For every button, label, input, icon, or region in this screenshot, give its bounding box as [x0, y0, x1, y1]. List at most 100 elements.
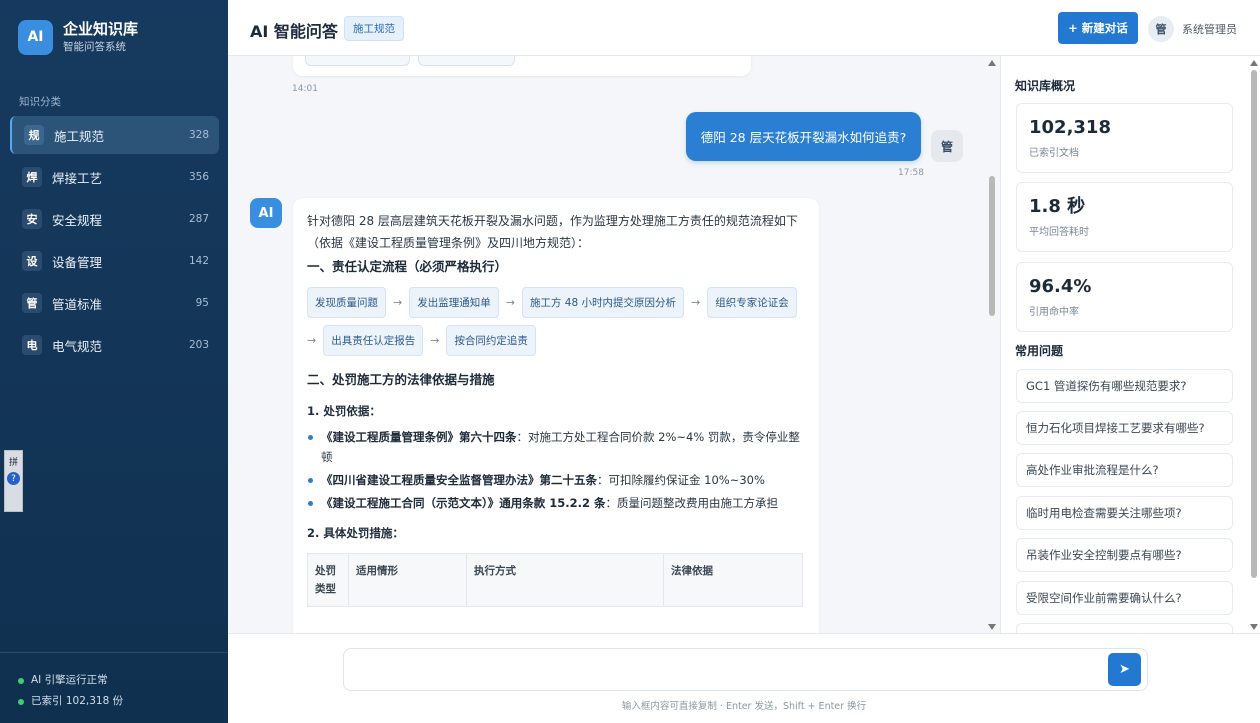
- category-label: 电气规范: [52, 338, 103, 354]
- stat-card: 96.4% 引用命中率: [1016, 262, 1233, 332]
- category-badge: 设: [22, 251, 42, 271]
- user-message-timestamp: 17:58: [898, 168, 924, 178]
- responsibility-flow: 发现质量问题 → 发出监理通知单 → 施工方 48 小时内提交原因分析 → 组织…: [307, 287, 797, 363]
- flow-step: 施工方 48 小时内提交原因分析: [521, 287, 684, 318]
- overview-title: 知识库概况: [1015, 79, 1076, 93]
- user-message: 德阳 28 层天花板开裂漏水如何追责?: [686, 112, 921, 161]
- scroll-up-icon[interactable]: [1250, 60, 1258, 66]
- scroll-thumb[interactable]: [1251, 70, 1257, 578]
- flow-step: 组织专家论证会: [707, 287, 797, 318]
- send-icon: ➤: [1119, 662, 1130, 677]
- new-chat-button[interactable]: + 新建对话: [1058, 12, 1138, 44]
- list-item: 《建设工程施工合同（示范文本）》通用条款 15.2.2 条：质量问题整改费用由施…: [307, 493, 805, 513]
- ai-intro: 针对德阳 28 层高层建筑天花板开裂及漏水问题，作为监理方处理施工方责任的规范流…: [307, 214, 798, 250]
- stat-value: 1.8 秒: [1029, 196, 1086, 217]
- sidebar-item-welding[interactable]: 焊 焊接工艺 356: [10, 158, 219, 196]
- category-count: 203: [188, 339, 209, 351]
- category-badge: 管: [22, 293, 42, 313]
- arrow-right-icon: →: [307, 334, 317, 347]
- ai-message: 针对德阳 28 层高层建筑天花板开裂及漏水问题，作为监理方处理施工方责任的规范流…: [293, 198, 819, 633]
- faq-item[interactable]: [1016, 623, 1233, 633]
- category-badge: 规: [24, 125, 44, 145]
- sidebar-item-piping[interactable]: 管 管道标准 95: [10, 284, 219, 322]
- category-count: 287: [188, 213, 209, 225]
- scroll-thumb[interactable]: [989, 176, 995, 316]
- brand-subtitle: 智能问答系统: [63, 41, 126, 53]
- faq-item[interactable]: 受限空间作业前需要确认什么?: [1016, 581, 1233, 615]
- message-input-box[interactable]: [343, 648, 1148, 691]
- stat-value: 96.4%: [1029, 276, 1092, 297]
- flow-step: 发出监理通知单: [409, 287, 499, 318]
- message-input[interactable]: [344, 649, 1094, 689]
- table-header-row: 处罚类型 适用情形 执行方式 法律依据: [307, 553, 803, 607]
- scroll-up-icon[interactable]: [988, 60, 996, 66]
- right-panel-scrollbar[interactable]: [1249, 58, 1259, 632]
- ai-subheading-measures: 2. 具体处罚措施：: [307, 526, 404, 540]
- status-dot-icon: [18, 677, 24, 684]
- category-list: 规 施工规范 328 焊 焊接工艺 356 安 安全规程 287 设 设备管理 …: [10, 116, 219, 368]
- table-header: 执行方式: [466, 553, 664, 607]
- previous-ai-message: [293, 56, 751, 76]
- table-header: 适用情形: [348, 553, 467, 607]
- category-count: 95: [195, 297, 209, 309]
- brand-logo: AI: [18, 19, 53, 55]
- sidebar-item-electrical[interactable]: 电 电气规范 203: [10, 326, 219, 364]
- flow-step: 按合同约定追责: [446, 325, 536, 356]
- faq-item[interactable]: GC1 管道探伤有哪些规范要求?: [1016, 369, 1233, 403]
- faq-item[interactable]: 临时用电检查需要关注哪些项?: [1016, 496, 1233, 530]
- brand: AI 企业知识库 智能问答系统: [18, 19, 138, 55]
- previous-chip: [418, 56, 515, 66]
- category-count: 356: [188, 171, 209, 183]
- category-badge: 安: [22, 209, 42, 229]
- scroll-down-icon[interactable]: [988, 624, 996, 630]
- send-button[interactable]: ➤: [1108, 653, 1141, 686]
- chat-scrollbar[interactable]: [987, 58, 997, 632]
- ai-avatar: AI: [250, 198, 282, 228]
- list-item: 《建设工程质量管理条例》第六十四条：对施工方处工程合同价款 2%~4% 罚款，责…: [307, 427, 805, 467]
- ime-toolbar[interactable]: 拼 ?: [4, 450, 23, 512]
- chat-area: 14:01 德阳 28 层天花板开裂漏水如何追责? 管 17:58 AI 针对德…: [228, 56, 986, 633]
- faq-title: 常用问题: [1015, 344, 1064, 358]
- faq-item[interactable]: 高处作业审批流程是什么?: [1016, 453, 1233, 487]
- stat-card: 1.8 秒 平均回答耗时: [1016, 182, 1233, 252]
- faq-item[interactable]: 吊装作业安全控制要点有哪些?: [1016, 538, 1233, 572]
- composer: ➤ 输入框内容可直接复制 · Enter 发送，Shift + Enter 换行: [228, 633, 1260, 723]
- flow-step: 发现质量问题: [307, 287, 386, 318]
- arrow-right-icon: →: [430, 334, 440, 347]
- stat-label: 引用命中率: [1029, 307, 1079, 318]
- sidebar-section-label: 知识分类: [19, 96, 61, 108]
- status-list: AI 引擎运行正常 已索引 102,318 份: [18, 670, 123, 712]
- stat-label: 已索引文档: [1029, 148, 1079, 159]
- scroll-down-icon[interactable]: [1250, 624, 1258, 630]
- header: AI 智能问答 施工规范 + 新建对话 管 系统管理员: [228, 0, 1260, 56]
- sidebar-item-safety[interactable]: 安 安全规程 287: [10, 200, 219, 238]
- right-panel: 知识库概况 102,318 已索引文档 1.8 秒 平均回答耗时 96.4% 引…: [1000, 56, 1260, 633]
- flow-step: 出具责任认定报告: [323, 325, 424, 356]
- sidebar-item-construction-spec[interactable]: 规 施工规范 328: [10, 116, 219, 154]
- category-label: 安全规程: [52, 212, 103, 228]
- ime-help-icon[interactable]: ?: [7, 472, 20, 485]
- ai-subheading-basis: 1. 处罚依据：: [307, 404, 381, 418]
- category-badge: 焊: [22, 167, 42, 187]
- stat-label: 平均回答耗时: [1029, 227, 1089, 238]
- sidebar-item-equipment[interactable]: 设 设备管理 142: [10, 242, 219, 280]
- list-item: 《四川省建设工程质量安全监督管理办法》第二十五条：可扣除履约保证金 10%~30…: [307, 470, 805, 490]
- user-menu[interactable]: 管 系统管理员: [1148, 16, 1237, 42]
- category-label: 施工规范: [54, 128, 105, 144]
- category-label: 设备管理: [52, 254, 103, 270]
- ai-section-1: 一、责任认定流程（必须严格执行）: [307, 259, 508, 274]
- arrow-right-icon: →: [505, 296, 515, 309]
- faq-item[interactable]: 恒力石化项目焊接工艺要求有哪些?: [1016, 411, 1233, 445]
- input-hint: 输入框内容可直接复制 · Enter 发送，Shift + Enter 换行: [621, 701, 867, 712]
- category-count: 142: [188, 255, 209, 267]
- avatar: 管: [1148, 16, 1174, 42]
- page-title: AI 智能问答: [250, 22, 338, 41]
- ime-pinyin-icon[interactable]: 拼: [7, 455, 20, 468]
- stat-card: 102,318 已索引文档: [1016, 103, 1233, 173]
- table-header: 法律依据: [663, 553, 803, 607]
- basis-list: 《建设工程质量管理条例》第六十四条：对施工方处工程合同价款 2%~4% 罚款，责…: [307, 427, 805, 513]
- category-count: 328: [188, 129, 209, 141]
- ai-section-2: 二、处罚施工方的法律依据与措施: [307, 372, 495, 387]
- sidebar: AI 企业知识库 智能问答系统 知识分类 规 施工规范 328 焊 焊接工艺 3…: [0, 0, 228, 723]
- user-name: 系统管理员: [1182, 23, 1237, 36]
